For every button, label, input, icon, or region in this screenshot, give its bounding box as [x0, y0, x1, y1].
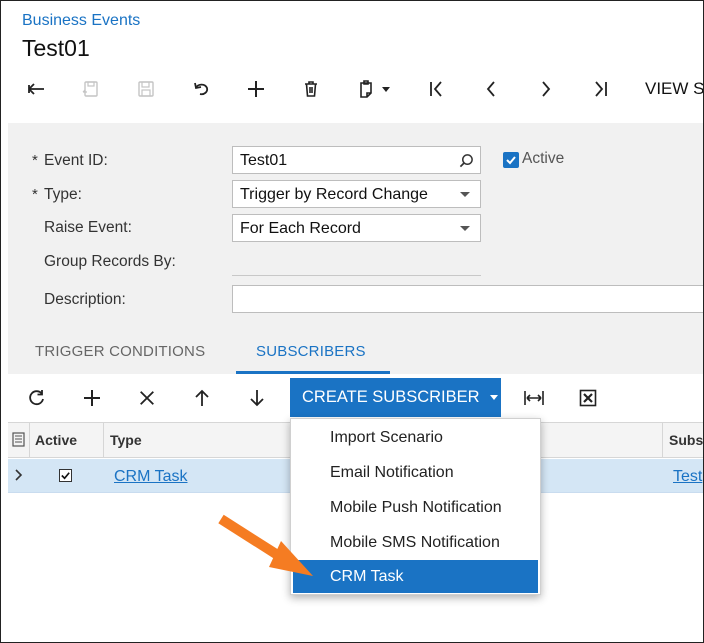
refresh-button[interactable] — [22, 383, 52, 413]
chevron-down-icon — [489, 395, 498, 400]
row-subscriber-link[interactable]: Test — [673, 468, 702, 486]
export-excel-button[interactable] — [573, 383, 603, 413]
back-button[interactable] — [19, 71, 53, 107]
next-record-button[interactable] — [529, 71, 563, 107]
group-records-field[interactable] — [232, 275, 481, 276]
create-subscriber-label: CREATE SUBSCRIBER — [302, 388, 480, 406]
file-icon — [12, 432, 25, 447]
description-input[interactable] — [232, 285, 703, 313]
active-checkbox[interactable] — [503, 152, 519, 168]
save-and-close-button[interactable] — [74, 71, 108, 107]
group-records-label: Group Records By: — [44, 253, 176, 270]
excel-icon — [579, 389, 597, 407]
column-header-type[interactable]: Type — [110, 432, 142, 448]
breadcrumb[interactable]: Business Events — [22, 12, 140, 30]
annotation-arrow-icon — [218, 514, 313, 576]
plus-icon — [248, 81, 264, 97]
event-id-label: Event ID: — [44, 152, 108, 169]
back-arrow-icon — [28, 83, 44, 95]
menu-item-import-scenario[interactable]: Import Scenario — [291, 421, 538, 454]
save-button[interactable] — [129, 71, 163, 107]
raise-event-label: Raise Event: — [44, 219, 132, 236]
main-toolbar: VIEW S — [1, 71, 703, 107]
raise-event-value: For Each Record — [240, 220, 361, 237]
plus-icon — [84, 390, 100, 406]
tab-trigger-conditions[interactable]: TRIGGER CONDITIONS — [35, 343, 205, 360]
chevron-right-icon — [542, 81, 551, 97]
row-type-link[interactable]: CRM Task — [114, 468, 188, 486]
column-header-active[interactable]: Active — [35, 432, 77, 448]
fit-width-icon — [524, 391, 544, 405]
chevron-down-icon — [382, 86, 390, 92]
column-divider — [29, 423, 30, 458]
arrow-up-icon — [195, 389, 209, 406]
create-subscriber-button[interactable]: CREATE SUBSCRIBER — [290, 378, 501, 417]
page-title: Test01 — [22, 35, 90, 61]
tab-bar: TRIGGER CONDITIONS SUBSCRIBERS — [8, 324, 703, 374]
chevron-left-icon — [486, 81, 495, 97]
move-up-button[interactable] — [187, 383, 217, 413]
delete-button[interactable] — [294, 71, 328, 107]
event-id-value: Test01 — [240, 152, 288, 169]
search-icon[interactable] — [459, 153, 474, 168]
save-close-icon — [82, 81, 98, 97]
chevron-right-icon — [15, 469, 23, 481]
required-marker: * — [32, 186, 38, 203]
column-divider — [103, 423, 104, 458]
undo-button[interactable] — [184, 71, 218, 107]
event-id-input[interactable]: Test01 — [232, 146, 481, 174]
chevron-down-icon — [460, 192, 470, 197]
refresh-icon — [29, 390, 44, 406]
first-icon — [430, 81, 442, 97]
raise-event-select[interactable]: For Each Record — [232, 214, 481, 242]
add-button[interactable] — [239, 71, 273, 107]
row-active-checkbox[interactable] — [59, 469, 72, 482]
column-divider — [662, 423, 663, 458]
save-icon — [138, 81, 154, 97]
clipboard-icon — [360, 80, 372, 98]
previous-record-button[interactable] — [474, 71, 508, 107]
close-icon — [140, 391, 154, 405]
type-label: Type: — [44, 186, 82, 203]
last-icon — [595, 81, 607, 97]
tab-subscribers[interactable]: SUBSCRIBERS — [256, 343, 366, 360]
menu-item-crm-task[interactable]: CRM Task — [293, 560, 538, 593]
clipboard-menu-button[interactable] — [349, 71, 397, 107]
type-value: Trigger by Record Change — [240, 186, 428, 203]
type-select[interactable]: Trigger by Record Change — [232, 180, 481, 208]
column-header-subscriber[interactable]: Subs — [669, 432, 703, 448]
view-button[interactable]: VIEW S — [645, 79, 703, 99]
active-tab-indicator — [236, 371, 390, 374]
add-row-button[interactable] — [77, 383, 107, 413]
delete-row-button[interactable] — [132, 383, 162, 413]
first-record-button[interactable] — [419, 71, 453, 107]
move-down-button[interactable] — [242, 383, 272, 413]
undo-icon — [194, 82, 209, 96]
active-label: Active — [522, 150, 565, 167]
checkmark-icon — [61, 472, 70, 480]
arrow-down-icon — [250, 390, 264, 407]
chevron-down-icon — [460, 226, 470, 231]
required-marker: * — [32, 152, 38, 169]
last-record-button[interactable] — [584, 71, 618, 107]
window: Business Events Test01 VIEW S * Event ID… — [0, 0, 704, 643]
fit-columns-button[interactable] — [519, 383, 549, 413]
checkmark-icon — [506, 156, 516, 165]
trash-icon — [305, 81, 317, 97]
description-label: Description: — [44, 291, 126, 308]
menu-item-email-notification[interactable]: Email Notification — [291, 456, 538, 489]
